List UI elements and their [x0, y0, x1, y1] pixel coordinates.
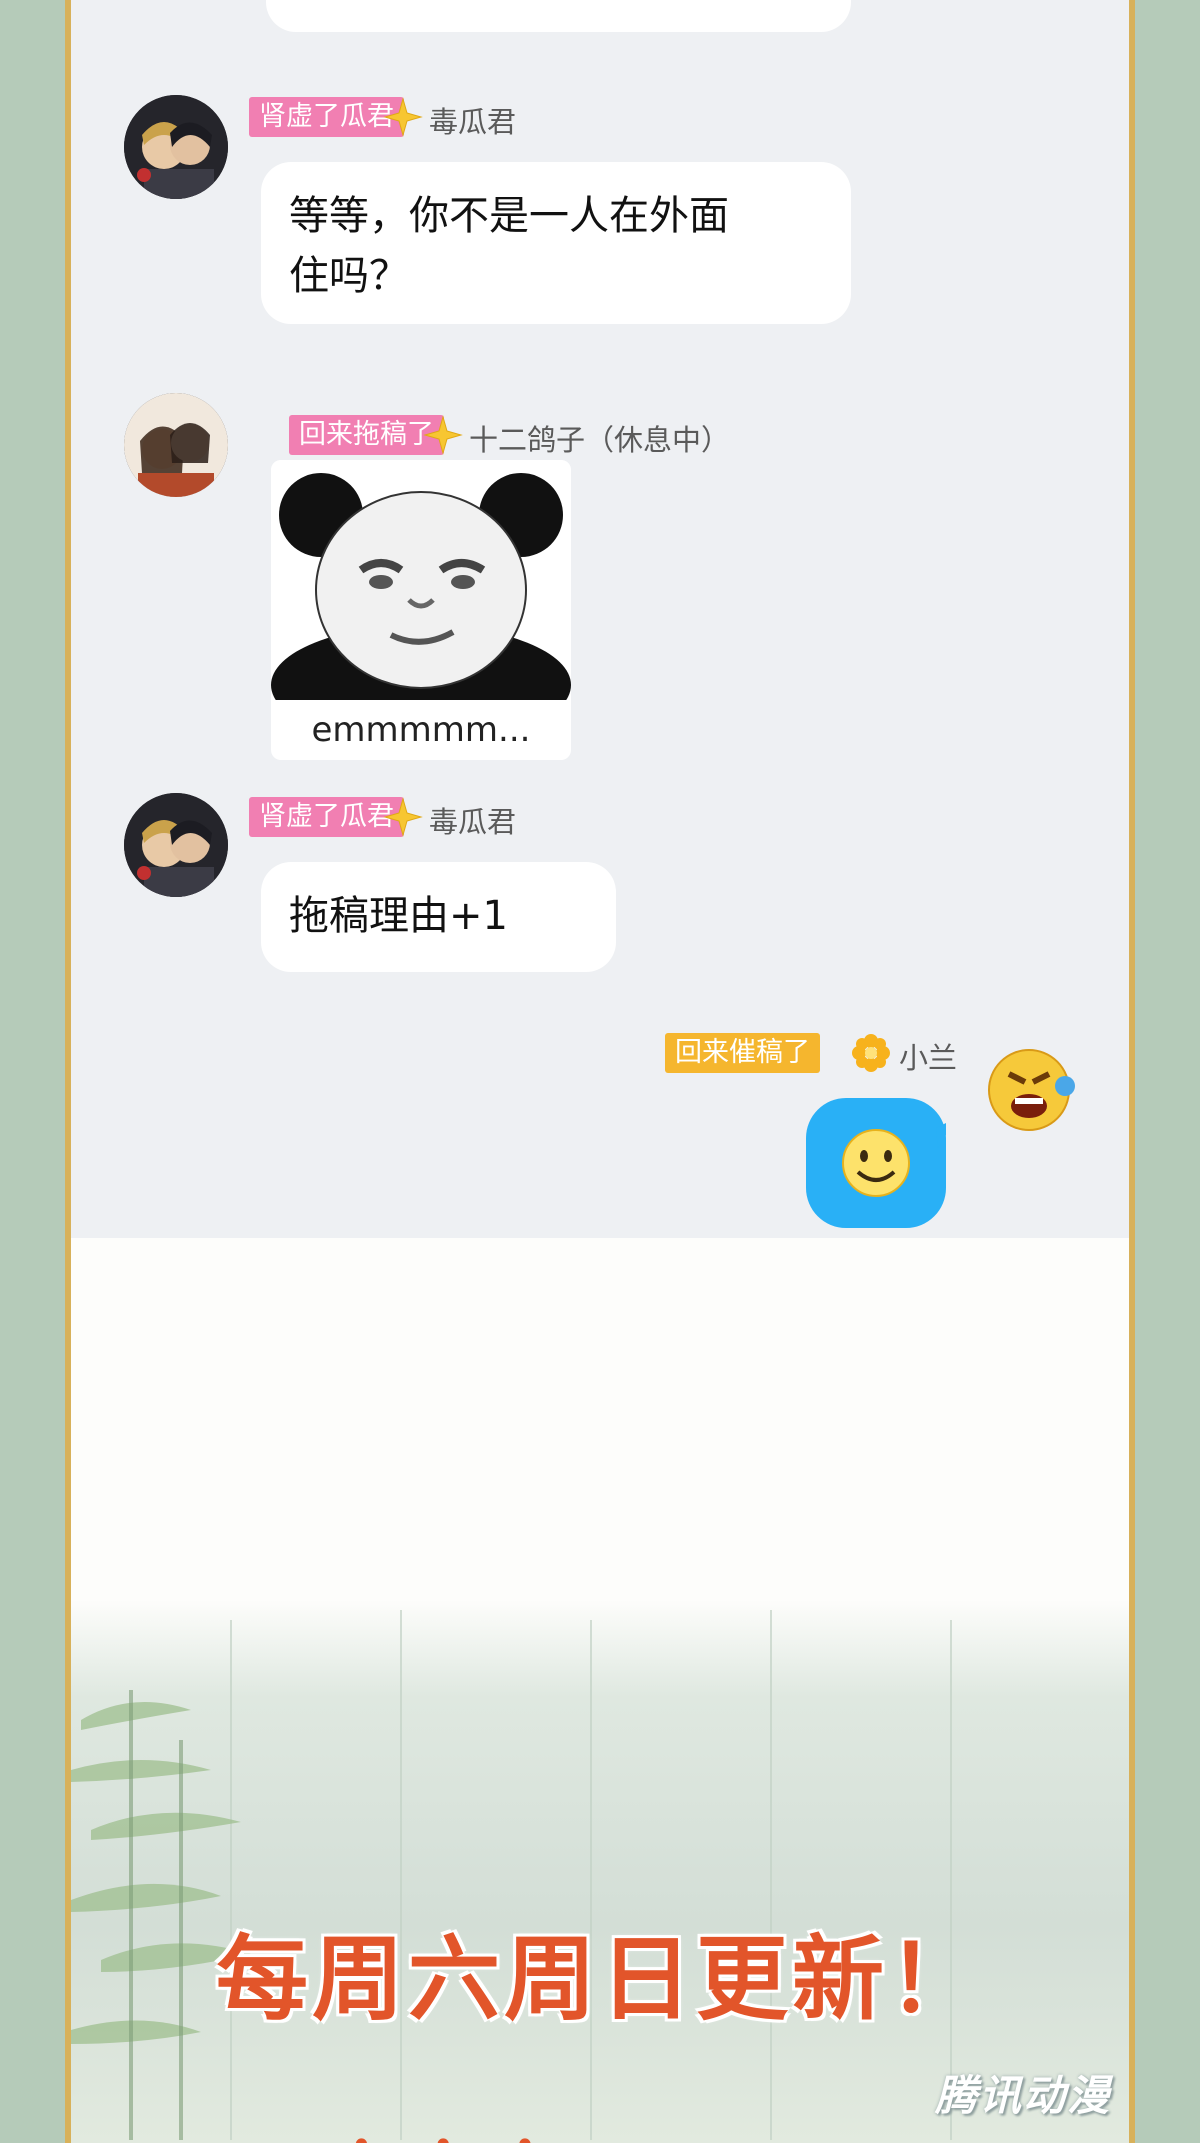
user-title-tag: 肾虚了瓜君: [249, 97, 404, 137]
username: 毒瓜君: [429, 105, 517, 139]
tencent-comic-watermark: 腾讯动漫: [934, 2071, 1111, 2120]
avatar-image: [124, 793, 228, 897]
chat-area: 肾虚了瓜君 毒瓜君 等等，你不是一人在外面 住吗？ 回来拖稿了 十二鸽子（休息中…: [71, 0, 1129, 1238]
smile-emoji-icon: [842, 1118, 956, 1197]
avatar-image: [124, 95, 228, 199]
message-bubble[interactable]: 拖稿理由+1: [261, 862, 616, 972]
avatar[interactable]: [981, 1040, 1085, 1144]
message-bubble[interactable]: 等等，你不是一人在外面 住吗？: [261, 162, 851, 324]
sent-message-bubble[interactable]: [806, 1098, 956, 1228]
panda-meme-image: [271, 460, 571, 745]
update-schedule-banner: 每周六周日更新！: [215, 1925, 984, 2033]
user-title-tag: 肾虚了瓜君: [249, 797, 404, 837]
message-text: 拖稿理由+1: [289, 893, 508, 939]
username: 十二鸽子（休息中）: [469, 423, 731, 457]
star-badge-icon: [423, 415, 463, 455]
avatar-image: [124, 393, 228, 497]
message-text-line: 等等，你不是一人在外面: [289, 193, 729, 239]
avatar[interactable]: [124, 793, 228, 897]
avatar[interactable]: [124, 95, 228, 199]
panda-sticker[interactable]: emmmmm...: [271, 460, 571, 760]
comic-panel: 肾虚了瓜君 毒瓜君 等等，你不是一人在外面 住吗？ 回来拖稿了 十二鸽子（休息中…: [65, 0, 1135, 2143]
star-badge-icon: [383, 797, 423, 837]
sticker-caption: emmmmm...: [311, 710, 531, 750]
user-title-tag: 回来催稿了: [665, 1033, 820, 1073]
flower-badge-icon: [852, 1034, 890, 1072]
user-title-tag: 回来拖稿了: [289, 415, 444, 455]
partial-bubble: [266, 0, 851, 32]
username: 小兰: [899, 1041, 958, 1075]
message-text-line: 住吗？: [289, 253, 409, 299]
avatar[interactable]: [124, 393, 228, 497]
username: 毒瓜君: [429, 805, 517, 839]
partial-bottom-text: · · ·: [351, 2110, 555, 2143]
angry-emoji-avatar: [988, 1049, 1075, 1131]
star-badge-icon: [383, 97, 423, 137]
